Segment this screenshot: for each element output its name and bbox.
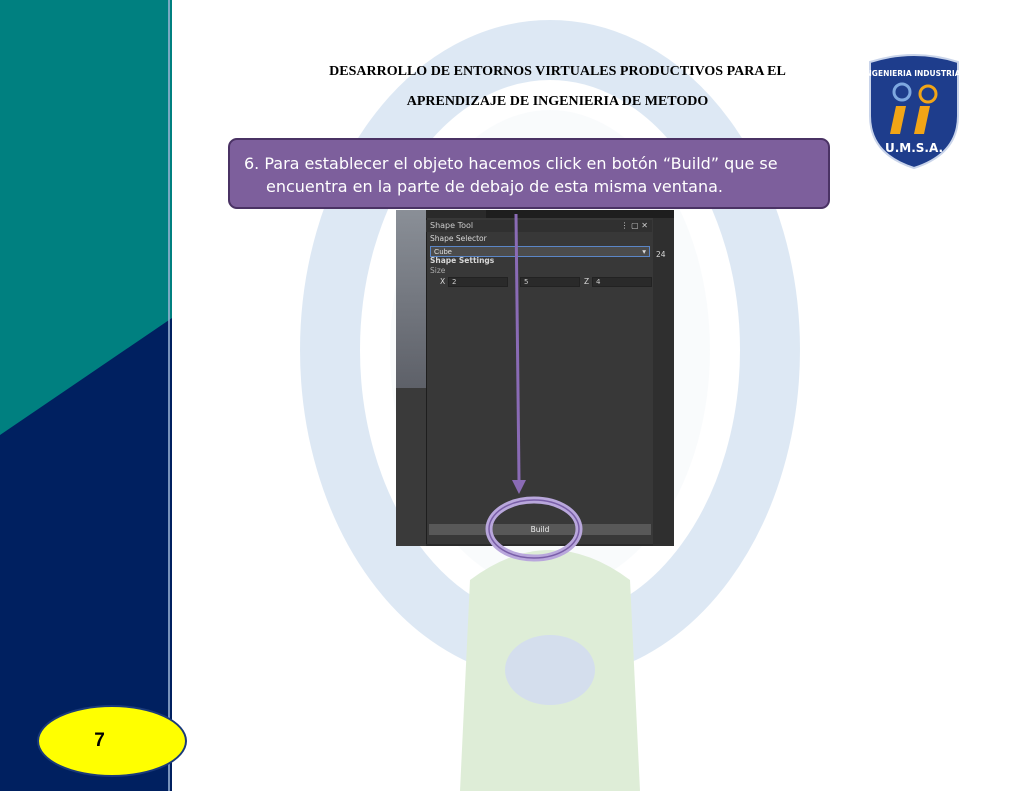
window-controls-icon[interactable]: ⋮ ▢ ✕: [617, 220, 648, 232]
page-number: 7: [94, 730, 105, 751]
document-title-line1: DESARROLLO DE ENTORNOS VIRTUALES PRODUCT…: [329, 64, 786, 79]
tab-shape-tool-label: Shape Tool: [430, 221, 474, 230]
tab-shape-tool[interactable]: Shape Tool ⋮ ▢ ✕: [426, 220, 652, 232]
size-y-value: 5: [524, 278, 529, 286]
build-button[interactable]: Build: [429, 524, 651, 535]
x-axis-label: X: [440, 277, 446, 286]
shape-tool-panel: [426, 218, 653, 544]
inspector-strip: [653, 218, 674, 546]
selected-shape: Cube: [434, 247, 452, 256]
size-y-field[interactable]: 5: [520, 277, 580, 287]
chevron-down-icon: ▾: [642, 247, 646, 256]
unity-shape-tool-screenshot: Shape Tool ⋮ ▢ ✕ Shape Selector Cube ▾ Sha…: [396, 210, 674, 546]
logo-bottom-text: U.M.S.A.: [885, 141, 943, 155]
build-button-label: Build: [530, 525, 550, 534]
size-x-value: 2: [452, 278, 457, 286]
side-value: 24: [656, 250, 666, 259]
size-z-value: 4: [596, 278, 601, 286]
umsa-industrial-logo: INGENIERIA INDUSTRIAL U.M.S.A.: [866, 54, 962, 170]
shape-settings-label: Shape Settings: [430, 256, 495, 265]
sidebar-decoration: [0, 0, 172, 791]
instruction-callout: 6. Para establecer el objeto hacemos cli…: [228, 138, 830, 209]
size-z-field[interactable]: 4: [592, 277, 652, 287]
z-axis-label: Z: [584, 277, 590, 286]
document-title-line2: APRENDIZAJE DE INGENIERIA DE METODO: [406, 94, 709, 109]
scene-view-strip: [396, 210, 426, 390]
logo-top-text: INGENIERIA INDUSTRIAL: [866, 69, 962, 78]
instruction-line1: 6. Para establecer el objeto hacemos cli…: [244, 154, 778, 173]
shape-selector-label: Shape Selector: [430, 234, 487, 243]
page-number-badge: 7: [37, 705, 187, 777]
instruction-line2: encuentra en la parte de debajo de esta …: [266, 177, 723, 196]
size-x-field[interactable]: 2: [448, 277, 508, 287]
project-panel-strip: [396, 388, 426, 546]
size-label: Size: [430, 266, 446, 275]
toolbar-strip: [486, 210, 674, 218]
